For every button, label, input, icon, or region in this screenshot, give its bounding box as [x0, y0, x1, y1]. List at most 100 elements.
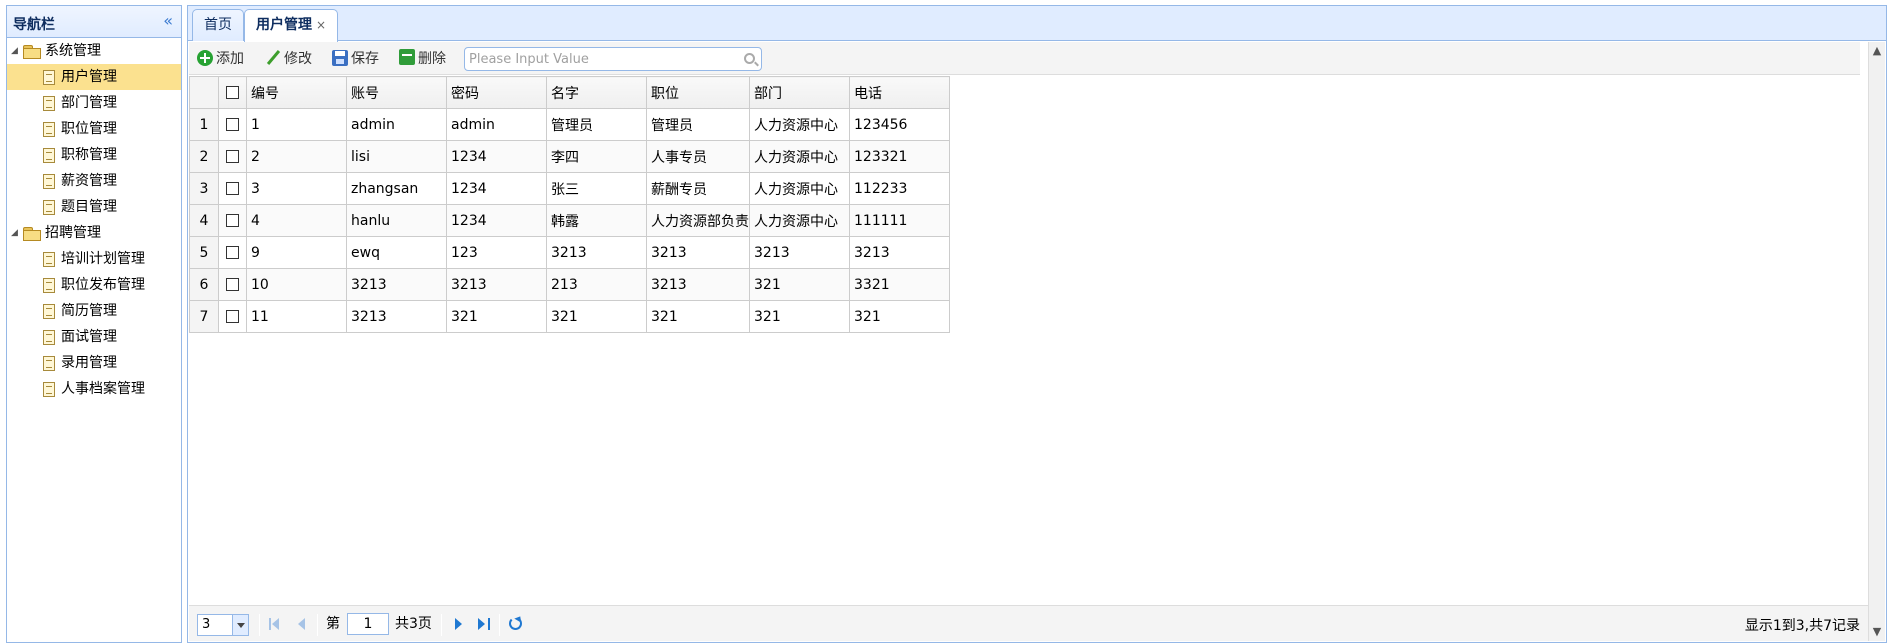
table-cell[interactable]: 213 — [546, 268, 647, 301]
page-number-input[interactable]: 1 — [347, 613, 389, 635]
delete-button[interactable]: 删除 — [399, 49, 446, 69]
tree-item-resume-management[interactable]: 简历管理 — [7, 298, 181, 324]
chevron-down-icon[interactable] — [232, 615, 248, 635]
next-page-icon[interactable] — [452, 617, 466, 631]
table-cell[interactable]: 9 — [246, 236, 347, 269]
tree-item-personnel-files[interactable]: 人事档案管理 — [7, 376, 181, 402]
table-cell[interactable]: 管理员 — [546, 108, 647, 141]
table-cell[interactable]: admin — [446, 108, 547, 141]
table-cell[interactable]: 3213 — [849, 236, 950, 269]
table-cell[interactable]: 123321 — [849, 140, 950, 173]
column-header-id[interactable]: 编号 — [246, 76, 347, 109]
table-cell[interactable]: 10 — [246, 268, 347, 301]
row-checkbox[interactable] — [226, 214, 239, 227]
table-cell[interactable]: 张三 — [546, 172, 647, 205]
row-checkbox[interactable] — [226, 278, 239, 291]
table-cell[interactable]: 4 — [246, 204, 347, 237]
tree-item-salary-management[interactable]: 薪资管理 — [7, 168, 181, 194]
tree-item-question-management[interactable]: 题目管理 — [7, 194, 181, 220]
table-cell[interactable]: 3321 — [849, 268, 950, 301]
table-cell[interactable]: 11 — [246, 300, 347, 333]
row-checkbox[interactable] — [226, 150, 239, 163]
table-cell[interactable]: 3213 — [346, 268, 447, 301]
table-cell[interactable]: 3213 — [646, 236, 750, 269]
table-cell[interactable]: 3 — [246, 172, 347, 205]
select-all-checkbox[interactable] — [226, 86, 239, 99]
tree-group-recruitment[interactable]: ◢ 招聘管理 — [7, 220, 181, 246]
table-cell[interactable]: 111111 — [849, 204, 950, 237]
table-row[interactable]: 6 10 3213 3213 213 3213 321 3321 — [189, 268, 950, 301]
row-checkbox[interactable] — [226, 118, 239, 131]
tree-item-department-management[interactable]: 部门管理 — [7, 90, 181, 116]
table-cell[interactable]: 管理员 — [646, 108, 750, 141]
table-cell[interactable]: 2 — [246, 140, 347, 173]
tree-item-hiring-management[interactable]: 录用管理 — [7, 350, 181, 376]
table-cell[interactable]: 人力资源中心 — [749, 204, 850, 237]
table-cell[interactable]: 李四 — [546, 140, 647, 173]
scroll-up-icon[interactable]: ▲ — [1871, 44, 1883, 58]
tree-item-position-management[interactable]: 职位管理 — [7, 116, 181, 142]
column-header-phone[interactable]: 电话 — [849, 76, 950, 109]
refresh-icon[interactable] — [509, 617, 522, 630]
table-row[interactable]: 2 2 lisi 1234 李四 人事专员 人力资源中心 123321 — [189, 140, 950, 173]
table-cell[interactable]: zhangsan — [346, 172, 447, 205]
tree-group-system[interactable]: ◢ 系统管理 — [7, 38, 181, 64]
table-cell[interactable]: ewq — [346, 236, 447, 269]
table-cell[interactable]: 人事专员 — [646, 140, 750, 173]
tab-home[interactable]: 首页 — [192, 9, 244, 41]
table-cell[interactable]: 123456 — [849, 108, 950, 141]
search-input[interactable] — [465, 48, 725, 70]
save-button[interactable]: 保存 — [332, 49, 379, 69]
table-cell[interactable]: 321 — [749, 268, 850, 301]
expand-arrow-icon[interactable]: ◢ — [11, 38, 18, 64]
search-icon[interactable] — [744, 53, 755, 64]
column-header-name[interactable]: 名字 — [546, 76, 647, 109]
table-cell[interactable]: 人力资源中心 — [749, 108, 850, 141]
tree-item-training-plan[interactable]: 培训计划管理 — [7, 246, 181, 272]
table-row[interactable]: 5 9 ewq 123 3213 3213 3213 3213 — [189, 236, 950, 269]
edit-button[interactable]: 修改 — [265, 49, 312, 69]
table-cell[interactable]: 1234 — [446, 172, 547, 205]
table-cell[interactable]: 3213 — [646, 268, 750, 301]
table-cell[interactable]: 薪酬专员 — [646, 172, 750, 205]
column-header-position[interactable]: 职位 — [646, 76, 750, 109]
table-cell[interactable]: 人力资源中心 — [749, 140, 850, 173]
table-cell[interactable]: 3213 — [446, 268, 547, 301]
table-cell[interactable]: 1234 — [446, 204, 547, 237]
table-cell[interactable]: 人力资源中心 — [749, 172, 850, 205]
expand-arrow-icon[interactable]: ◢ — [11, 220, 18, 246]
add-button[interactable]: 添加 — [197, 49, 244, 69]
row-checkbox[interactable] — [226, 182, 239, 195]
table-row[interactable]: 7 11 3213 321 321 321 321 321 — [189, 300, 950, 333]
table-cell[interactable]: 321 — [749, 300, 850, 333]
table-cell[interactable]: 321 — [446, 300, 547, 333]
table-cell[interactable]: 123 — [446, 236, 547, 269]
table-row[interactable]: 4 4 hanlu 1234 韩露 人力资源部负责 人力资源中心 111111 — [189, 204, 950, 237]
table-cell[interactable]: 321 — [546, 300, 647, 333]
table-cell[interactable]: 321 — [646, 300, 750, 333]
table-cell[interactable]: 1 — [246, 108, 347, 141]
table-cell[interactable]: 3213 — [346, 300, 447, 333]
column-header-password[interactable]: 密码 — [446, 76, 547, 109]
table-cell[interactable]: 321 — [849, 300, 950, 333]
row-checkbox[interactable] — [226, 246, 239, 259]
tree-item-user-management[interactable]: 用户管理 — [7, 64, 181, 90]
table-cell[interactable]: 人力资源部负责 — [646, 204, 750, 237]
prev-page-icon[interactable] — [295, 617, 309, 631]
tree-item-job-posting[interactable]: 职位发布管理 — [7, 272, 181, 298]
table-row[interactable]: 1 1 admin admin 管理员 管理员 人力资源中心 123456 — [189, 108, 950, 141]
table-cell[interactable]: 112233 — [849, 172, 950, 205]
close-icon[interactable]: × — [316, 18, 326, 32]
tree-item-interview-management[interactable]: 面试管理 — [7, 324, 181, 350]
table-cell[interactable]: 韩露 — [546, 204, 647, 237]
scroll-down-icon[interactable]: ▼ — [1871, 625, 1883, 639]
vertical-scrollbar[interactable]: ▲ ▼ — [1868, 42, 1885, 641]
row-checkbox[interactable] — [226, 310, 239, 323]
table-cell[interactable]: admin — [346, 108, 447, 141]
last-page-icon[interactable] — [476, 617, 490, 631]
tab-user-management[interactable]: 用户管理 × — [244, 9, 339, 42]
table-cell[interactable]: 3213 — [749, 236, 850, 269]
table-cell[interactable]: 1234 — [446, 140, 547, 173]
table-cell[interactable]: 3213 — [546, 236, 647, 269]
page-size-select[interactable]: 3 — [197, 614, 249, 636]
